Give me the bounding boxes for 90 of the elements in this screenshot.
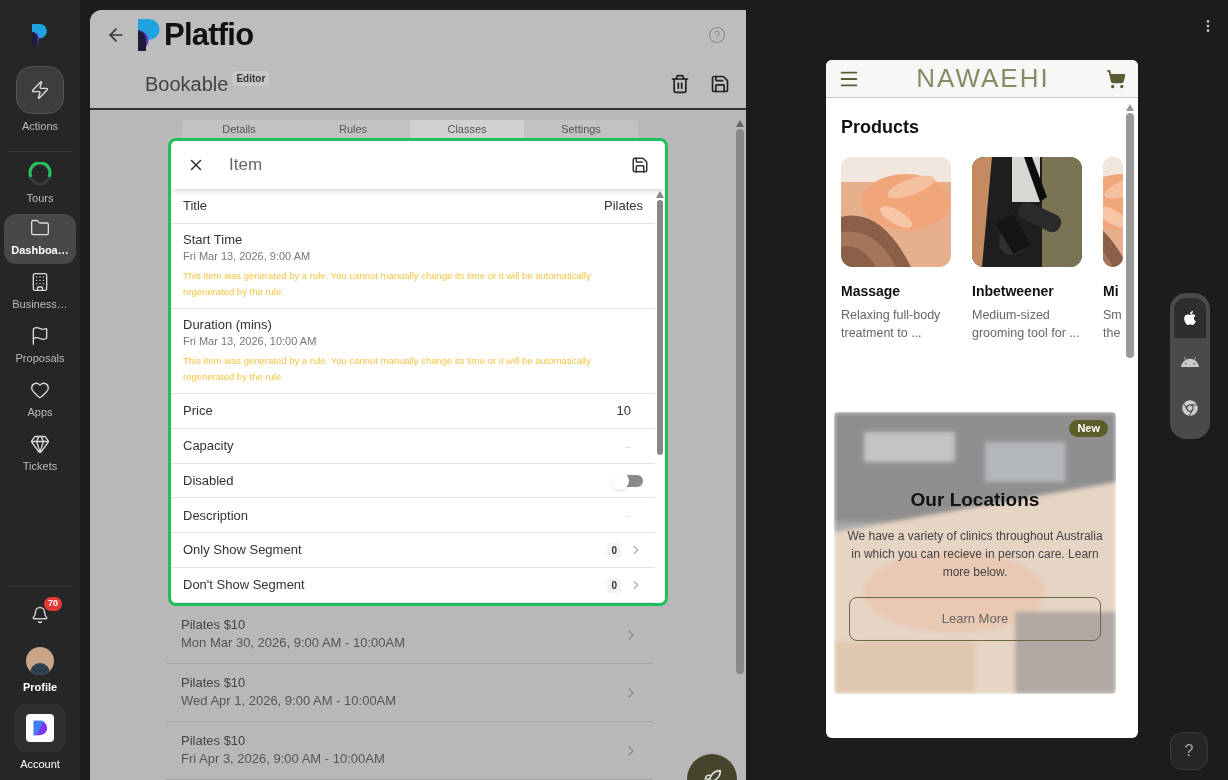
platform-tab[interactable] <box>1174 298 1206 338</box>
brand-name: Platfio <box>164 15 254 54</box>
class-title: Pilates $10 <box>181 674 247 691</box>
save-icon <box>631 156 649 174</box>
banner-text: We have a variety of clinics throughout Australia in which you can recieve in person care. Learn more below. <box>846 527 1104 581</box>
building-icon <box>30 272 50 293</box>
scrollbar-thumb[interactable] <box>736 129 744 674</box>
field-label: Start Time <box>183 231 244 248</box>
product-description: Relaxing full-body treatment to ... <box>841 307 942 342</box>
field-label: Only Show Segment <box>183 541 302 560</box>
field-value: Fri Mar 13, 2026, 9:00 AM <box>183 248 312 264</box>
nav-item[interactable]: Dashboa… <box>4 213 76 264</box>
nav-item[interactable]: Tickets <box>4 429 76 480</box>
nav-label: Actions <box>21 119 59 134</box>
logo-icon <box>138 19 162 51</box>
new-badge: New <box>1069 420 1108 437</box>
save-icon <box>710 74 730 94</box>
heart-icon <box>30 380 50 401</box>
scroll-up-arrow-icon[interactable] <box>736 120 744 127</box>
profile-link[interactable]: Profile <box>22 679 58 696</box>
input-field[interactable]: ... <box>551 439 631 452</box>
field-label: Duration (mins) <box>183 316 273 333</box>
field-value: Pilates <box>603 197 643 216</box>
product-name: Massage <box>841 282 902 301</box>
progress-ring-icon <box>28 162 52 187</box>
delete-button[interactable] <box>670 74 690 94</box>
nav-item[interactable]: Business… <box>4 267 76 318</box>
product-description: Sm the <box>1103 307 1123 342</box>
tab[interactable]: Rules <box>296 120 410 138</box>
scrollbar-thumb[interactable] <box>1126 113 1134 358</box>
save-button[interactable] <box>710 74 730 94</box>
field-label: Price <box>183 402 213 421</box>
input-field[interactable]: .. <box>551 509 631 522</box>
notification-count: 70 <box>44 597 62 611</box>
scroll-up-arrow-icon[interactable] <box>1126 104 1134 111</box>
field-value: Fri Mar 13, 2026, 10:00 AM <box>183 333 318 349</box>
banner-title: Our Locations <box>910 488 1040 512</box>
segment-row[interactable]: Only Show Segment 0 <box>171 533 655 569</box>
field-label: Description <box>183 506 249 525</box>
nav-item[interactable]: Proposals <box>4 321 76 372</box>
class-time: Mon Mar 30, 2026, 9:00 AM - 10:00AM <box>181 633 406 652</box>
editor-tag: Editor <box>232 70 270 86</box>
scroll-up-arrow-icon[interactable] <box>656 191 664 198</box>
warning-text: This item was generated by a rule. You cannot manually change its time or it will be automatically regenerated by the rule. <box>183 353 592 384</box>
class-title: Pilates $10 <box>181 616 247 633</box>
cart-icon[interactable] <box>1106 68 1126 89</box>
field-label: Don't Show Segment <box>183 576 305 595</box>
section-title: Products <box>841 116 920 139</box>
product-name: Inbetweener <box>972 282 1055 301</box>
help-button[interactable]: ? <box>1170 732 1208 770</box>
notification-bell-icon[interactable] <box>31 606 49 624</box>
warning-text: This item was generated by a rule. You cannot manually change its time or it will be automatically regenerated by the rule. <box>183 268 592 299</box>
tab[interactable]: Classes <box>410 120 524 138</box>
tab[interactable]: Settings <box>524 120 638 138</box>
account-link[interactable]: Account <box>20 755 60 772</box>
logo-icon <box>31 24 49 46</box>
class-row[interactable]: Pilates $10 Wed Apr 1, 2026, 9:00 AM - 10:00AM <box>166 664 653 722</box>
page-title: Bookable <box>145 72 229 97</box>
toggle-switch[interactable] <box>613 474 643 487</box>
class-title: Pilates $10 <box>181 732 247 749</box>
gem-icon <box>30 434 50 455</box>
class-time: Wed Apr 1, 2026, 9:00 AM - 10:00AM <box>181 691 398 710</box>
chrome-icon <box>1182 400 1198 416</box>
avatar <box>26 647 54 675</box>
trash-icon <box>670 74 690 94</box>
actions-button[interactable] <box>16 66 64 114</box>
field-label: Disabled <box>183 471 234 490</box>
field-label: Capacity <box>183 436 234 455</box>
scrollbar-thumb[interactable] <box>657 200 663 455</box>
field-label: Title <box>183 197 208 216</box>
lightning-icon <box>30 80 50 100</box>
count-badge: 0 <box>607 577 621 593</box>
field-value: 10 <box>616 402 631 421</box>
store-logo: NAWAEHI <box>915 62 1051 95</box>
class-row[interactable]: Pilates $10 Fri Apr 3, 2026, 9:00 AM - 10:00AM <box>166 722 653 780</box>
flag-icon <box>30 326 50 347</box>
apple-icon <box>1182 310 1198 326</box>
product-name: Mi <box>1103 282 1120 301</box>
class-row[interactable]: Pilates $10 Mon Mar 30, 2026, 9:00 AM - 10:00AM <box>166 606 653 664</box>
count-badge: 0 <box>607 542 621 558</box>
modal-title: Item <box>229 154 263 177</box>
save-button[interactable] <box>631 156 649 174</box>
account-logo-icon <box>26 713 54 742</box>
nav-item[interactable]: Apps <box>4 375 76 426</box>
product-description: Medium-sized grooming tool for ... <box>972 307 1081 342</box>
learn-more-button[interactable]: Learn More <box>849 596 1101 641</box>
tab[interactable]: Details <box>182 120 296 138</box>
nav-item[interactable]: Tours <box>4 159 76 210</box>
segment-row[interactable]: Don't Show Segment 0 <box>171 568 655 603</box>
class-time: Fri Apr 3, 2026, 9:00 AM - 10:00AM <box>181 749 386 768</box>
